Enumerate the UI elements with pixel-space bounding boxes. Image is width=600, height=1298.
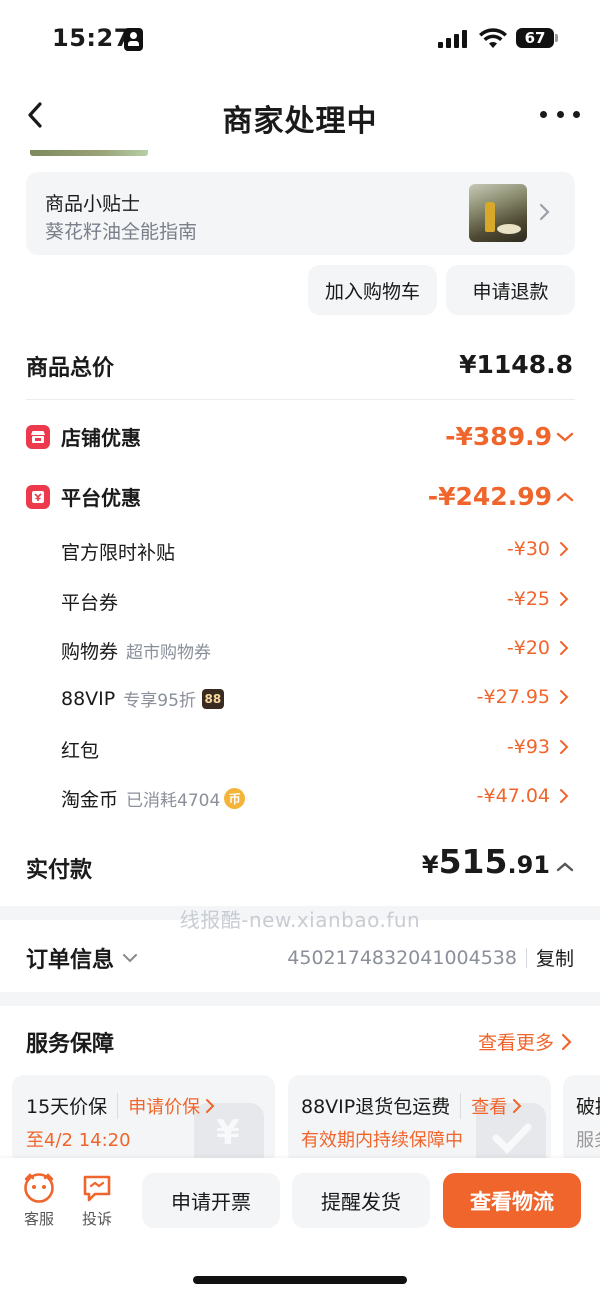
discount-item-note: 已消耗4704 bbox=[126, 791, 221, 811]
customer-service-icon bbox=[24, 1173, 54, 1203]
view-link[interactable]: 查看 bbox=[460, 1092, 507, 1119]
discount-item-value[interactable]: -¥47.04 bbox=[477, 785, 570, 807]
order-number: 4502174832041004538 bbox=[287, 946, 517, 969]
customer-service-label: 客服 bbox=[23, 1210, 54, 1228]
paid-currency: ¥ bbox=[421, 851, 439, 879]
status-time: 15:27 bbox=[52, 24, 131, 52]
platform-coupon-icon bbox=[26, 484, 50, 509]
remind-shipping-button[interactable]: 提醒发货 bbox=[292, 1173, 430, 1228]
chevron-up-icon bbox=[556, 491, 574, 501]
apply-price-protection-link[interactable]: 申请价保 bbox=[117, 1092, 200, 1119]
coin-icon: 币 bbox=[224, 788, 246, 809]
chevron-right-icon bbox=[206, 1098, 215, 1113]
person-icon bbox=[124, 28, 143, 51]
discount-item-value[interactable]: -¥25 bbox=[507, 588, 570, 610]
order-info-label: 订单信息 bbox=[26, 948, 115, 973]
paid-decimal: .91 bbox=[507, 851, 550, 879]
home-indicator[interactable] bbox=[193, 1276, 407, 1284]
chevron-right-icon bbox=[560, 690, 569, 704]
customer-service-button[interactable]: 客服 bbox=[20, 1172, 58, 1229]
order-number-group: 4502174832041004538 复制 bbox=[287, 944, 574, 971]
battery-icon: 67 bbox=[516, 28, 554, 48]
damage-protection-card[interactable]: 破损 服务 bbox=[563, 1075, 600, 1165]
shop-discount-row[interactable]: 店铺优惠 bbox=[26, 422, 141, 451]
paid-label: 实付款 bbox=[26, 858, 93, 883]
paid-integer: 515 bbox=[438, 842, 508, 881]
page-title: 商家处理中 bbox=[222, 104, 378, 139]
request-invoice-button[interactable]: 申请开票 bbox=[142, 1173, 280, 1228]
shop-discount-value: -¥389.9 bbox=[445, 422, 552, 451]
complain-label: 投诉 bbox=[81, 1210, 112, 1228]
discount-item-value[interactable]: -¥27.95 bbox=[477, 686, 570, 708]
tips-title: 商品小贴士 bbox=[45, 193, 141, 215]
chevron-right-icon bbox=[560, 592, 569, 606]
discount-item-note: 超市购物券 bbox=[126, 643, 212, 663]
discount-item-value[interactable]: -¥30 bbox=[507, 538, 570, 560]
platform-discount-value-group[interactable]: -¥242.99 bbox=[428, 482, 574, 511]
chevron-right-icon bbox=[513, 1098, 522, 1113]
view-logistics-button[interactable]: 查看物流 bbox=[443, 1173, 581, 1228]
card-title: 15天价保 bbox=[26, 1096, 108, 1118]
watermark: 线报酷-new.xianbao.fun bbox=[179, 908, 421, 932]
divider bbox=[525, 947, 527, 968]
card-subtitle: 至4/2 14:20 bbox=[26, 1130, 131, 1151]
divider bbox=[26, 399, 575, 400]
discount-item-note: 专享95折 bbox=[123, 691, 196, 711]
total-price-label: 商品总价 bbox=[26, 356, 115, 381]
tips-subtitle: 葵花籽油全能指南 bbox=[45, 221, 198, 243]
refund-button[interactable]: 申请退款 bbox=[446, 265, 575, 315]
tips-thumbnail bbox=[469, 184, 527, 242]
paid-value-group[interactable]: ¥ 515 .91 bbox=[422, 842, 574, 881]
card-subtitle: 服务 bbox=[576, 1130, 600, 1151]
chevron-left-icon bbox=[28, 102, 42, 128]
back-button[interactable] bbox=[18, 96, 52, 134]
vip-88-badge: 88 bbox=[201, 688, 224, 709]
discount-item-value[interactable]: -¥93 bbox=[507, 736, 570, 758]
discount-item-label: 官方限时补贴 bbox=[61, 542, 176, 564]
copy-button[interactable]: 复制 bbox=[536, 944, 574, 971]
discount-item-value[interactable]: -¥20 bbox=[507, 637, 570, 659]
service-more-link[interactable]: 查看更多 bbox=[478, 1028, 572, 1055]
service-more-label: 查看更多 bbox=[477, 1032, 554, 1054]
discount-item-label: 红包 bbox=[61, 740, 100, 762]
product-tips-card[interactable]: 商品小贴士 葵花籽油全能指南 bbox=[26, 172, 575, 255]
discount-item-label: 88VIP 专享95折 88 bbox=[61, 686, 224, 711]
chevron-right-icon bbox=[560, 789, 569, 803]
shop-icon bbox=[26, 424, 50, 449]
chevron-right-icon bbox=[560, 542, 569, 556]
discount-item-label: 淘金币 已消耗4704 币 bbox=[61, 785, 246, 812]
chevron-down-icon bbox=[123, 954, 138, 963]
shop-discount-value-group[interactable]: -¥389.9 bbox=[445, 422, 574, 451]
platform-discount-label: 平台优惠 bbox=[61, 486, 141, 510]
signal-icon bbox=[438, 30, 470, 48]
product-image-edge bbox=[30, 150, 148, 156]
shop-discount-label: 店铺优惠 bbox=[61, 426, 141, 450]
more-options-button[interactable] bbox=[540, 104, 580, 124]
complain-icon bbox=[83, 1175, 111, 1202]
wifi-icon bbox=[478, 26, 508, 50]
chevron-right-icon bbox=[538, 202, 550, 226]
total-price-value: ¥1148.8 bbox=[459, 350, 573, 379]
add-to-cart-button[interactable]: 加入购物车 bbox=[308, 265, 437, 315]
return-shipping-card[interactable]: 88VIP退货包运费 查看 有效期内持续保障中 bbox=[288, 1075, 551, 1165]
card-title: 88VIP退货包运费 bbox=[301, 1096, 451, 1118]
discount-item-label: 购物券 超市购物券 bbox=[61, 637, 211, 664]
section-separator bbox=[0, 992, 600, 1006]
chevron-right-icon bbox=[560, 641, 569, 655]
chevron-down-icon bbox=[556, 432, 574, 442]
chevron-up-icon bbox=[556, 862, 574, 872]
card-title: 破损 bbox=[576, 1096, 600, 1118]
battery-tip bbox=[555, 34, 558, 42]
platform-discount-value: -¥242.99 bbox=[427, 482, 552, 511]
price-protection-card[interactable]: ¥ 15天价保 申请价保 至4/2 14:20 bbox=[12, 1075, 275, 1165]
order-info-toggle[interactable]: 订单信息 bbox=[26, 942, 138, 974]
service-title: 服务保障 bbox=[26, 1032, 115, 1057]
complain-button[interactable]: 投诉 bbox=[78, 1172, 116, 1229]
discount-item-label: 平台券 bbox=[61, 592, 119, 614]
card-subtitle: 有效期内持续保障中 bbox=[301, 1130, 463, 1151]
chevron-right-icon bbox=[560, 740, 569, 754]
chevron-right-icon bbox=[561, 1033, 572, 1050]
platform-discount-row[interactable]: 平台优惠 bbox=[26, 482, 141, 511]
